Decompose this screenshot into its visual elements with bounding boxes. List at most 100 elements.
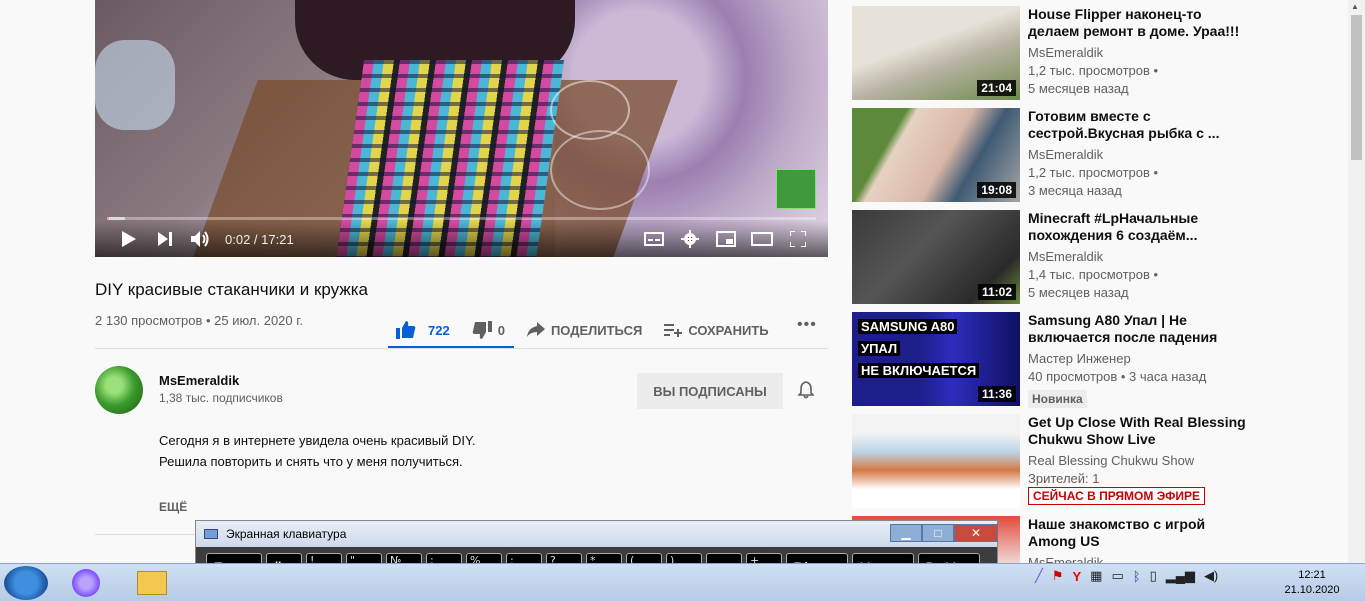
- video-player[interactable]: 0:02 / 17:21: [95, 0, 828, 257]
- like-count: 722: [428, 322, 450, 338]
- thumbnail-text: SAMSUNG A80 УПАЛ НЕ ВКЛЮЧАЕТСЯ: [858, 316, 980, 382]
- play-button[interactable]: [111, 221, 147, 257]
- thumbnail-caption: НЕ ВКЛЮЧАЕТСЯ: [858, 363, 980, 378]
- recommendation-channel[interactable]: Мастер Инженер: [1028, 351, 1131, 366]
- device-icon[interactable]: ▯: [1150, 568, 1157, 584]
- show-more-button[interactable]: ЕЩЁ: [159, 500, 187, 514]
- thumbs-up-icon: [396, 321, 416, 339]
- keyboard-icon: [204, 529, 218, 539]
- channel-avatar[interactable]: [95, 366, 143, 414]
- taskbar: ╱ ⚑ Y ▦ ▭ ᛒ ▯ ▂▄▆ ◀) 12:21 21.10.2020: [0, 563, 1365, 601]
- recommendation-item[interactable]: 11:02 Minecraft #LpНачальные похождения …: [852, 210, 1252, 306]
- next-button[interactable]: [147, 221, 183, 257]
- flag-icon[interactable]: ⚑: [1052, 568, 1064, 584]
- video-frame-glass: [550, 130, 650, 210]
- share-label: ПОДЕЛИТЬСЯ: [550, 322, 643, 338]
- theater-icon: [751, 232, 773, 246]
- recommendation-title[interactable]: House Flipper наконец-то делаем ремонт в…: [1028, 6, 1248, 40]
- video-thumbnail[interactable]: 11:02: [852, 210, 1020, 304]
- recommendation-views: 1,4 тыс. просмотров •: [1028, 267, 1159, 282]
- player-controls: 0:02 / 17:21: [95, 221, 828, 257]
- channel-watermark[interactable]: [776, 169, 816, 209]
- close-button[interactable]: ✕: [954, 524, 998, 542]
- scrollbar-thumb[interactable]: [1351, 15, 1362, 160]
- scroll-up-arrow-icon[interactable]: ▲: [1351, 2, 1359, 11]
- live-badge: СЕЙЧАС В ПРЯМОМ ЭФИРЕ: [1028, 487, 1205, 505]
- recommendation-item[interactable]: 21:04 House Flipper наконец-то делаем ре…: [852, 6, 1252, 102]
- recommendation-title[interactable]: Готовим вместе с сестрой.Вкусная рыбка с…: [1028, 108, 1248, 142]
- minimize-button[interactable]: ▁: [890, 524, 922, 542]
- volume-icon: [191, 231, 209, 247]
- settings-button[interactable]: [672, 221, 708, 257]
- video-thumbnail[interactable]: 19:08: [852, 108, 1020, 202]
- subscriber-count: 1,38 тыс. подписчиков: [159, 391, 283, 405]
- system-clock[interactable]: 12:21 21.10.2020: [1282, 568, 1342, 598]
- share-icon: [526, 322, 545, 337]
- fullscreen-button[interactable]: [780, 221, 816, 257]
- recommendation-age: 3 месяца назад: [1028, 183, 1122, 198]
- bluetooth-icon[interactable]: ᛒ: [1133, 569, 1141, 584]
- duration-badge: 11:36: [977, 386, 1016, 402]
- window-controls: ▁ □ ✕: [890, 524, 998, 542]
- duration-badge: 19:08: [977, 182, 1016, 198]
- divider: [95, 348, 828, 349]
- start-button[interactable]: [4, 566, 48, 600]
- clock-time: 12:21: [1298, 569, 1326, 581]
- network-icon[interactable]: ▦: [1090, 568, 1102, 584]
- progress-bar[interactable]: [107, 217, 816, 220]
- video-thumbnail[interactable]: 21:04: [852, 6, 1020, 100]
- recommendation-views: 1,2 тыс. просмотров •: [1028, 63, 1159, 78]
- recommendation-channel[interactable]: Real Blessing Chukwu Show: [1028, 453, 1194, 468]
- video-title: DIY красивые стаканчики и кружка: [95, 280, 368, 299]
- page-scrollbar[interactable]: ▲: [1348, 0, 1365, 563]
- osk-title-bar[interactable]: Экранная клавиатура ▁ □ ✕: [196, 521, 998, 547]
- taskbar-app-explorer[interactable]: [128, 567, 176, 599]
- channel-name[interactable]: MsEmeraldik: [159, 373, 239, 388]
- duration-badge: 11:02: [977, 284, 1016, 300]
- video-thumbnail[interactable]: [852, 414, 1020, 508]
- page: 0:02 / 17:21 DIY красивые стаканчики и к…: [0, 0, 1365, 601]
- thumbnail-caption: SAMSUNG A80: [858, 319, 958, 334]
- recommendation-channel[interactable]: MsEmeraldik: [1028, 147, 1103, 162]
- recommendation-title[interactable]: Minecraft #LpНачальные похождения 6 созд…: [1028, 210, 1248, 244]
- folder-icon: [137, 571, 167, 595]
- miniplayer-button[interactable]: [708, 221, 744, 257]
- recommendation-views: 1,2 тыс. просмотров •: [1028, 165, 1159, 180]
- subtitles-button[interactable]: [636, 221, 672, 257]
- subscribed-button[interactable]: ВЫ ПОДПИСАНЫ: [637, 373, 783, 409]
- recommendation-title[interactable]: Samsung A80 Упал | Не включается после п…: [1028, 312, 1248, 346]
- dislike-button[interactable]: 0: [472, 321, 505, 339]
- recommendation-title[interactable]: Наше знакомство с игрой Among US: [1028, 516, 1248, 550]
- theater-mode-button[interactable]: [744, 221, 780, 257]
- video-thumbnail[interactable]: SAMSUNG A80 УПАЛ НЕ ВКЛЮЧАЕТСЯ 11:36: [852, 312, 1020, 406]
- progress-loaded: [107, 217, 125, 220]
- recommendation-age: 5 месяцев назад: [1028, 285, 1129, 300]
- share-button[interactable]: ПОДЕЛИТЬСЯ: [526, 322, 643, 338]
- maximize-button[interactable]: □: [922, 524, 954, 542]
- thumbnail-caption: УПАЛ: [858, 341, 901, 356]
- duration-badge: 21:04: [977, 80, 1016, 96]
- yandex-icon[interactable]: Y: [1072, 569, 1081, 584]
- recommendation-item[interactable]: SAMSUNG A80 УПАЛ НЕ ВКЛЮЧАЕТСЯ 11:36 Sam…: [852, 312, 1252, 408]
- recommendation-title[interactable]: Get Up Close With Real Blessing Chukwu S…: [1028, 414, 1248, 448]
- recommendation-viewers: Зрителей: 1: [1028, 471, 1100, 486]
- taskbar-app-alice[interactable]: [62, 567, 110, 599]
- next-icon: [158, 232, 172, 246]
- recommendation-channel[interactable]: MsEmeraldik: [1028, 249, 1103, 264]
- recommendation-item[interactable]: 19:08 Готовим вместе с сестрой.Вкусная р…: [852, 108, 1252, 204]
- add-to-playlist-icon: [664, 324, 683, 337]
- pen-icon[interactable]: ╱: [1035, 568, 1043, 584]
- recommendation-channel[interactable]: MsEmeraldik: [1028, 45, 1103, 60]
- display-icon[interactable]: ▭: [1111, 568, 1123, 584]
- video-description: Сегодня я в интернете увидела очень крас…: [159, 430, 476, 472]
- more-actions-button[interactable]: •••: [797, 316, 817, 334]
- signal-icon[interactable]: ▂▄▆: [1166, 568, 1195, 584]
- video-views-date: 2 130 просмотров • 25 июл. 2020 г.: [95, 313, 304, 328]
- new-badge: Новинка: [1028, 390, 1087, 408]
- volume-tray-icon[interactable]: ◀): [1204, 568, 1218, 584]
- volume-button[interactable]: [183, 221, 219, 257]
- like-button[interactable]: 722: [396, 321, 450, 339]
- thumbs-down-icon: [472, 321, 492, 339]
- notification-bell-button[interactable]: [797, 381, 815, 404]
- save-button[interactable]: СОХРАНИТЬ: [664, 323, 769, 338]
